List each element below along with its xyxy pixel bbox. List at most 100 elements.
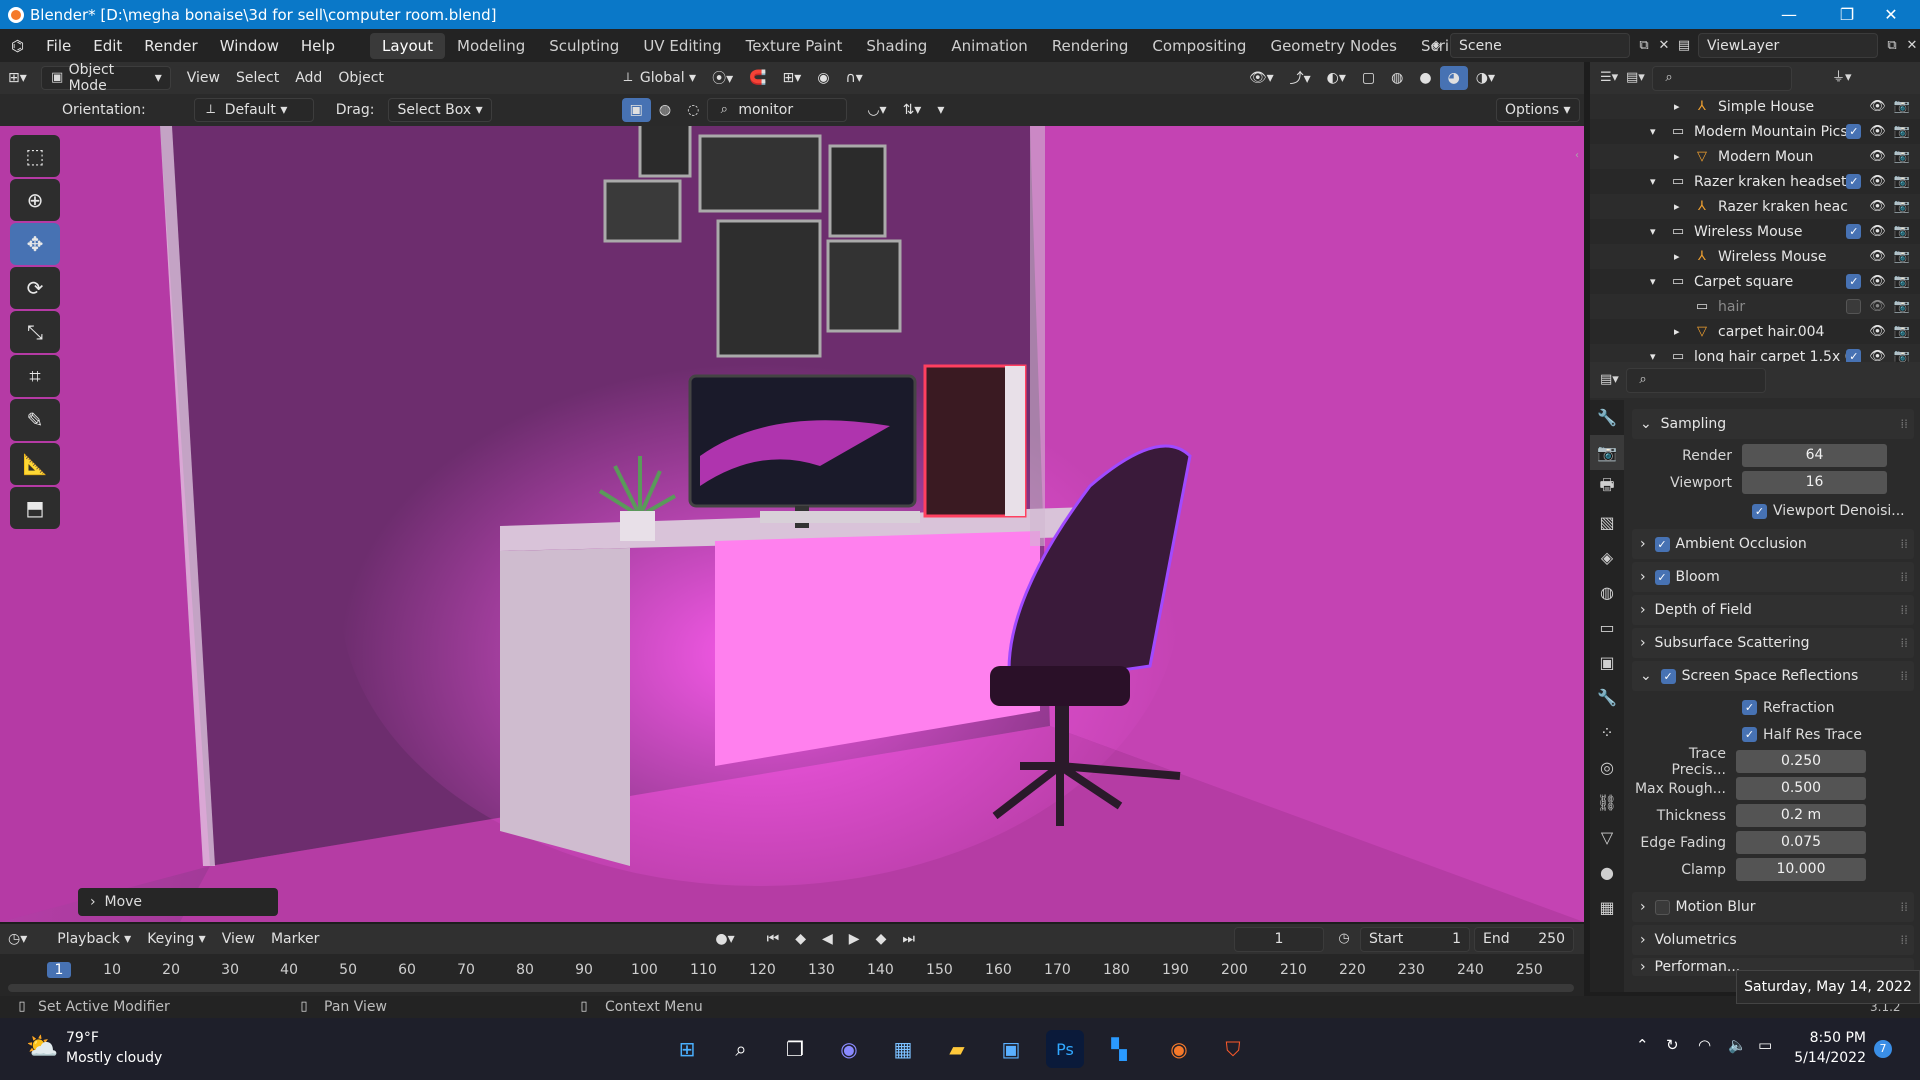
volumetrics-panel[interactable]: › Volumetrics ⁞⁞ (1632, 925, 1914, 955)
gizmo-icon[interactable]: ⤴▾ (1282, 66, 1319, 90)
outliner-row[interactable]: ▸ ⅄ Simple House 👁 📷 (1590, 94, 1920, 119)
delete-view-layer-icon[interactable]: ✕ (1904, 38, 1920, 54)
wireframe-shading-icon[interactable]: ◍ (1383, 66, 1411, 90)
expand-arrow-icon[interactable]: ▾ (1650, 275, 1664, 288)
scale-tool-icon[interactable]: ⤡ (10, 311, 60, 353)
outliner-row[interactable]: ▸ ▽ carpet hair.004 👁 📷 (1590, 319, 1920, 344)
move-tool-icon[interactable]: ✥ (10, 223, 60, 265)
task-view-icon[interactable]: ❐ (776, 1030, 814, 1068)
expand-arrow-icon[interactable]: ▸ (1674, 325, 1688, 338)
mode-dropdown[interactable]: ▣ Object Mode ▾ (40, 62, 171, 94)
camera-icon[interactable]: 📷 (1894, 249, 1910, 264)
texture-tab-icon[interactable]: ▦ (1590, 890, 1624, 925)
menu-object[interactable]: Object (330, 66, 392, 90)
last-operator-panel[interactable]: › Move (78, 888, 278, 916)
ssr-checkbox[interactable]: ✓ (1660, 668, 1676, 684)
expand-arrow-icon[interactable]: ▸ (1674, 200, 1688, 213)
outliner-search[interactable]: ⌕ (1652, 65, 1792, 91)
constraints-tab-icon[interactable]: ⛓ (1590, 785, 1624, 820)
tab-shading[interactable]: Shading (854, 33, 939, 59)
end-frame-field[interactable]: End 250 (1474, 926, 1574, 952)
start-frame-field[interactable]: Start 1 (1360, 926, 1470, 952)
tray-chevron-icon[interactable]: ⌃ (1636, 1036, 1649, 1054)
expand-arrow-icon[interactable]: ▸ (1674, 150, 1688, 163)
tab-animation[interactable]: Animation (939, 33, 1039, 59)
outliner-row[interactable]: ▾ ▭ Modern Mountain Pics ✓ 👁 📷 (1590, 119, 1920, 144)
material-tab-icon[interactable]: ● (1590, 855, 1624, 890)
view-layer-icon[interactable]: ▤ (1676, 38, 1692, 54)
expand-arrow-icon[interactable]: ▸ (1674, 250, 1688, 263)
wifi-icon[interactable]: ◠ (1698, 1036, 1711, 1054)
preview-range-icon[interactable]: ◷ (1336, 931, 1352, 947)
scene-tab-icon[interactable]: ◈ (1590, 540, 1624, 575)
jump-start-icon[interactable]: ⏮ (759, 927, 788, 951)
store-icon[interactable]: ▣ (992, 1030, 1030, 1068)
playback-menu[interactable]: Playback ▾ (49, 927, 139, 951)
outliner-row[interactable]: ▾ ▭ Wireless Mouse ✓ 👁 📷 (1590, 219, 1920, 244)
start-icon[interactable]: ⊞ (668, 1030, 706, 1068)
orientation-dropdown[interactable]: ⟂ Default ▾ (193, 98, 314, 122)
menu-render[interactable]: Render (133, 37, 208, 55)
exclude-checkbox[interactable]: ✓ (1846, 124, 1862, 139)
depth-of-field-panel[interactable]: › Depth of Field ⁞⁞ (1632, 595, 1914, 625)
render-tab-icon[interactable]: 📷 (1590, 435, 1624, 470)
timeline-scrollbar[interactable] (8, 984, 1574, 992)
particles-tab-icon[interactable]: ⁘ (1590, 715, 1624, 750)
eye-icon[interactable]: 👁 (1869, 274, 1886, 289)
blender-taskbar-icon[interactable]: ◉ (1160, 1030, 1198, 1068)
tab-rendering[interactable]: Rendering (1040, 33, 1141, 59)
tab-texture-paint[interactable]: Texture Paint (734, 33, 855, 59)
camera-icon[interactable]: 📷 (1894, 99, 1910, 114)
ssr-field-value[interactable]: 0.250 (1736, 750, 1866, 773)
add-cube-tool-icon[interactable]: ⬒ (10, 487, 60, 529)
delete-scene-icon[interactable]: ✕ (1656, 38, 1672, 54)
brave-icon[interactable]: ⛉ (1214, 1030, 1252, 1068)
tab-geometry-nodes[interactable]: Geometry Nodes (1258, 33, 1409, 59)
bloom-checkbox[interactable]: ✓ (1654, 569, 1670, 585)
expand-arrow-icon[interactable]: ▾ (1650, 125, 1664, 138)
menu-help[interactable]: Help (290, 37, 346, 55)
marker-menu[interactable]: Marker (263, 927, 327, 951)
camera-icon[interactable]: 📷 (1894, 324, 1910, 339)
battery-icon[interactable]: ▭ (1758, 1036, 1772, 1054)
ssr-field-value[interactable]: 0.2 m (1736, 804, 1866, 827)
modifier-tab-icon[interactable]: 🔧 (1590, 680, 1624, 715)
eye-icon[interactable]: 👁 (1869, 349, 1886, 362)
timeline-ruler[interactable]: 1 10 20 30 40 50 60 70 80 90 100 110 120 130 140 150 160… (0, 954, 1584, 996)
expand-arrow-icon[interactable]: ▾ (1650, 225, 1664, 238)
clock-time[interactable]: 8:50 PM (1776, 1030, 1866, 1046)
close-button[interactable]: ✕ (1862, 0, 1920, 29)
snap-target-icon[interactable]: ⊞▾ (775, 66, 810, 90)
properties-editor-icon[interactable]: ▤▾ (1600, 372, 1619, 388)
rotate-tool-icon[interactable]: ⟳ (10, 267, 60, 309)
sync-icon[interactable]: ↻ (1666, 1036, 1679, 1054)
viewport-denoise-checkbox[interactable]: ✓ (1752, 503, 1767, 519)
measure-tool-icon[interactable]: 📐 (10, 443, 60, 485)
view-layer-field[interactable]: ViewLayer (1698, 33, 1878, 58)
exclude-checkbox[interactable]: ✓ (1846, 274, 1862, 289)
view-layer-tab-icon[interactable]: ▧ (1590, 505, 1624, 540)
outliner-row[interactable]: ▭ hair 👁 📷 (1590, 294, 1920, 319)
menu-window[interactable]: Window (209, 37, 290, 55)
eye-icon[interactable]: 👁 (1869, 249, 1886, 264)
word-icon[interactable]: ▚ (1100, 1030, 1138, 1068)
tab-layout[interactable]: Layout (370, 32, 446, 59)
material-preview-shading-icon[interactable]: ◕ (1439, 66, 1468, 90)
rendered-shading-icon[interactable]: ◑▾ (1468, 66, 1503, 90)
keying-menu[interactable]: Keying ▾ (139, 927, 214, 951)
sidebar-toggle-icon[interactable]: ‹ (1575, 150, 1584, 161)
new-scene-icon[interactable]: ⧉ (1636, 38, 1652, 54)
camera-icon[interactable]: 📷 (1894, 349, 1910, 362)
menu-file[interactable]: File (35, 37, 82, 55)
drag-dropdown[interactable]: Select Box ▾ (388, 98, 492, 122)
outliner-row[interactable]: ▸ ▽ Modern Moun 👁 📷 (1590, 144, 1920, 169)
sort-icon[interactable]: ⇅▾ (895, 98, 930, 122)
visibility-icon[interactable]: 👁▾ (1241, 66, 1282, 90)
jump-end-icon[interactable]: ⏭ (894, 927, 923, 951)
filter-icon[interactable]: ◡▾ (859, 98, 894, 122)
motion-blur-panel[interactable]: › Motion Blur ⁞⁞ (1632, 892, 1914, 922)
exclude-checkbox[interactable] (1846, 299, 1862, 314)
properties-search[interactable]: ⌕ (1626, 367, 1766, 393)
weather-temp[interactable]: 79°F (66, 1030, 99, 1046)
camera-icon[interactable]: 📷 (1894, 224, 1910, 239)
